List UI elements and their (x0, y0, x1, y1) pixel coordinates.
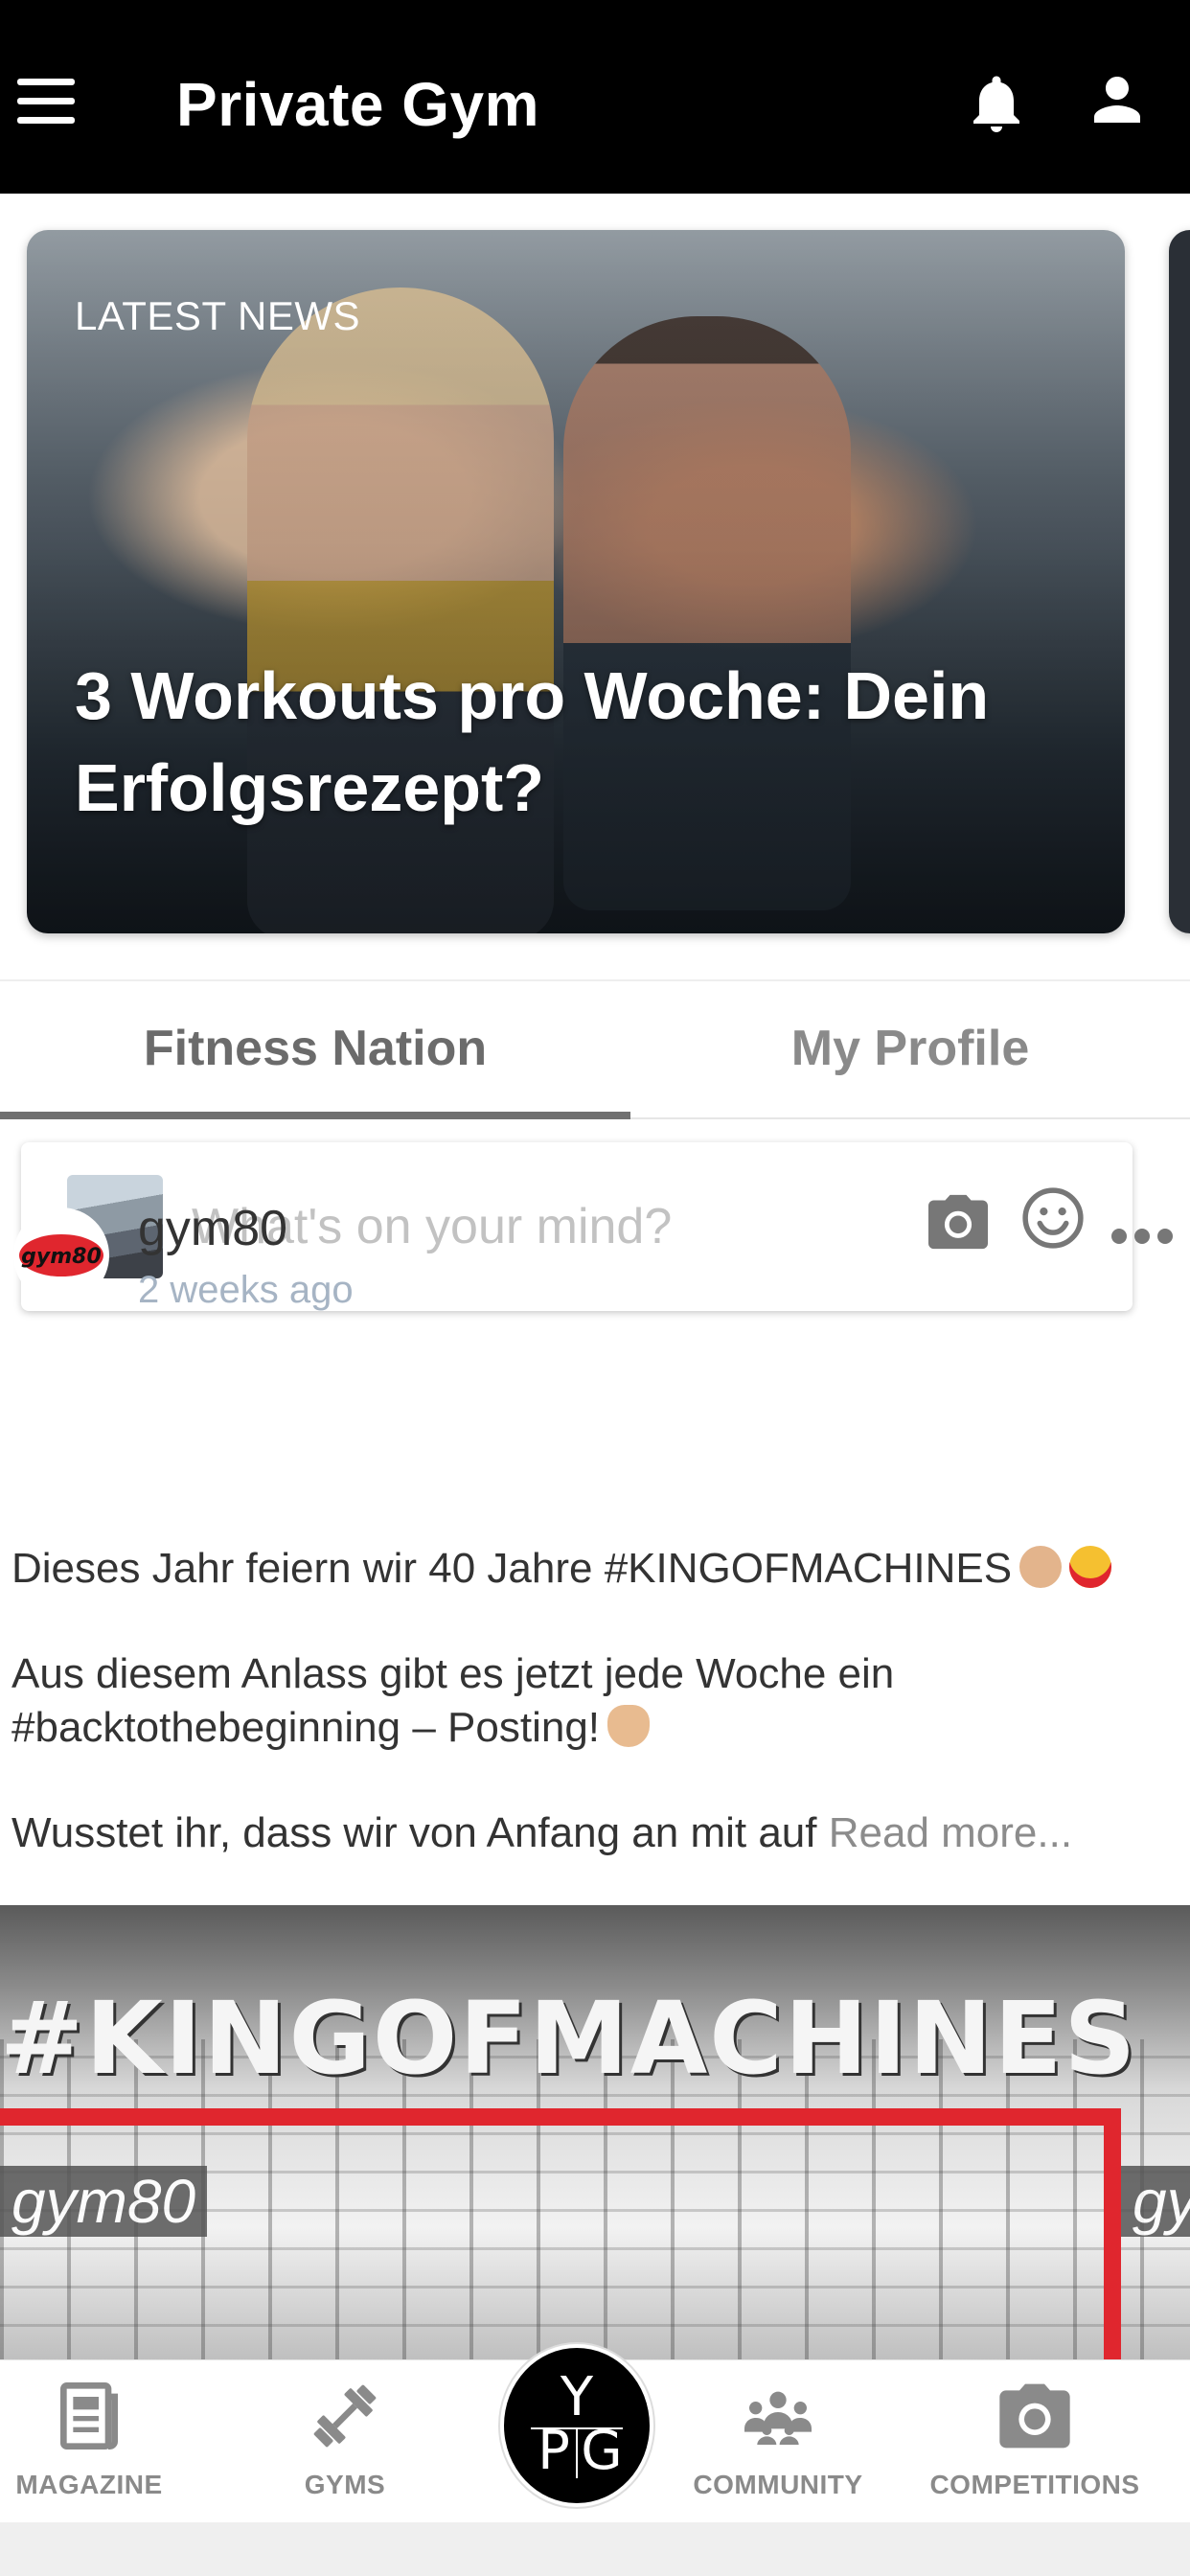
read-more-link[interactable]: Read more... (829, 1809, 1072, 1856)
hamburger-menu-icon[interactable] (17, 79, 75, 125)
star-struck-emoji-icon (1069, 1546, 1112, 1588)
active-tab-indicator (0, 1112, 630, 1119)
red-frame (0, 2108, 1121, 2365)
nav-gyms-label: GYMS (304, 2470, 386, 2499)
ypg-logo-icon: Y P G (531, 2366, 623, 2482)
news-label: LATEST NEWS (75, 293, 361, 338)
post-text-line: Dieses Jahr feiern wir 40 Jahre #KINGOFM… (11, 1545, 1112, 1593)
post-image-brand-left: gym80 (0, 2166, 208, 2237)
camera-icon[interactable] (926, 1192, 991, 1252)
post-timestamp: 2 weeks ago (138, 1269, 354, 1311)
post-image-brand-right: gym80 (1121, 2166, 1190, 2237)
post-image-banner: #KINGOFMACHINES (0, 1980, 1138, 2097)
post-text-line: Wusstet ihr, dass wir von Anfang an mit … (11, 1809, 1073, 1856)
post-text-line: #backtothebeginning – Posting! (11, 1704, 651, 1752)
nav-competitions-label: COMPETITIONS (929, 2470, 1140, 2499)
gym80-logo-text: gym80 (21, 1245, 102, 1269)
nav-competitions[interactable]: COMPETITIONS (920, 2378, 1150, 2521)
news-headline: 3 Workouts pro Woche: Dein Erfolgsrezept… (75, 658, 990, 825)
pointing-up-emoji-icon (607, 1705, 651, 1747)
post-text-line: Aus diesem Anlass gibt es jetzt jede Woc… (11, 1650, 895, 1697)
nav-magazine-label: MAGAZINE (15, 2470, 163, 2499)
nav-magazine[interactable]: MAGAZINE (0, 2378, 178, 2521)
app-bar: Private Gym (0, 0, 1190, 194)
smiley-icon[interactable] (1021, 1186, 1085, 1250)
app-title: Private Gym (176, 70, 540, 139)
feed-tabs: Fitness Nation My Profile (0, 979, 1190, 1119)
tab-my-profile[interactable]: My Profile (630, 981, 1190, 1116)
tab-fitness-nation[interactable]: Fitness Nation (0, 981, 630, 1116)
magazine-icon (60, 2382, 118, 2450)
post-author-name[interactable]: gym80 (138, 1200, 287, 1257)
camera-icon (999, 2383, 1070, 2449)
latest-news-card[interactable]: LATEST NEWS 3 Workouts pro Woche: Dein E… (27, 230, 1125, 933)
nav-gyms[interactable]: GYMS (259, 2378, 431, 2521)
dumbbell-icon (313, 2384, 377, 2448)
system-gesture-area (0, 2522, 1190, 2576)
community-icon (744, 2391, 812, 2445)
user-icon[interactable] (1088, 69, 1146, 130)
nav-community[interactable]: COMMUNITY (682, 2378, 874, 2521)
flexed-biceps-emoji-icon (1019, 1546, 1063, 1588)
next-news-card[interactable] (1169, 230, 1190, 933)
post-author-logo[interactable]: gym80 (13, 1208, 109, 1303)
post-more-options-icon[interactable] (1111, 1229, 1173, 1248)
center-home-logo-button[interactable]: Y P G (500, 2344, 653, 2507)
post-image[interactable]: #KINGOFMACHINES gym80 gym80 (0, 1905, 1190, 2365)
nav-community-label: COMMUNITY (693, 2470, 863, 2499)
bell-icon[interactable] (962, 67, 1031, 140)
